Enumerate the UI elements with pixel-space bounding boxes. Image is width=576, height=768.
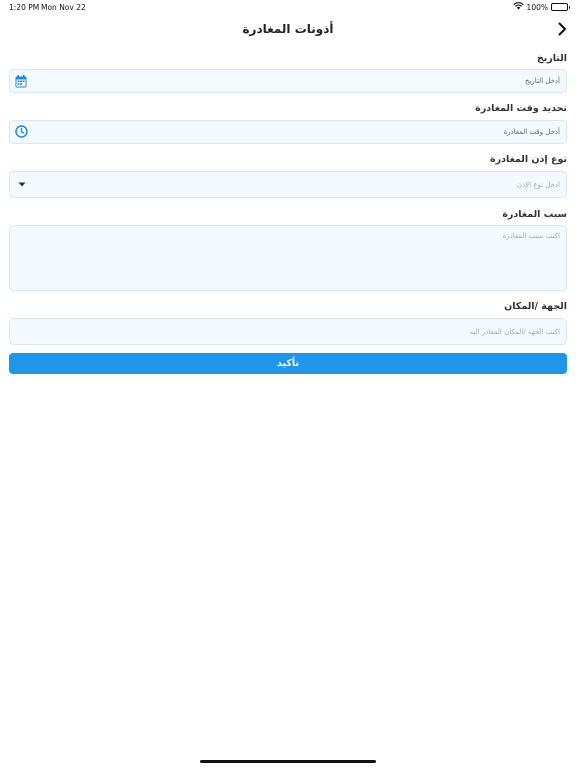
reason-textarea[interactable]: اكتب سبب المغادرة — [9, 225, 567, 291]
date-label: التاريخ — [536, 53, 567, 64]
clock-icon[interactable] — [15, 125, 28, 138]
reason-placeholder: اكتب سبب المغادرة — [502, 232, 560, 240]
chevron-right-icon — [557, 21, 567, 40]
permit-type-placeholder: ادخل نوع الإذن — [516, 181, 560, 189]
date-placeholder: أدخل التاريخ — [524, 77, 560, 85]
wifi-icon — [512, 2, 524, 12]
home-indicator — [200, 760, 376, 763]
destination-label: الجهة /المكان — [504, 301, 567, 312]
dropdown-arrow-icon[interactable] — [18, 182, 26, 187]
back-button[interactable] — [554, 22, 570, 38]
permit-type-label: نوع إذن المغادرة — [490, 154, 567, 165]
status-indicators: 100% — [512, 2, 570, 12]
status-bar: 1:20 PM Mon Nov 22 100% — [0, 0, 576, 14]
reason-label: سبب المغادرة — [502, 209, 567, 220]
destination-placeholder: اكتب الجهة /المكان المغادر اليه — [469, 328, 560, 336]
time-label: تحديد وقت المغادرة — [475, 103, 567, 114]
time-placeholder: أدخل وقت المغادرة — [503, 128, 560, 136]
battery-percent: 100% — [526, 2, 548, 12]
time-field[interactable]: أدخل وقت المغادرة — [9, 120, 567, 144]
page-title: أذونات المغادرة — [242, 22, 334, 36]
confirm-button[interactable]: تأكيد — [9, 353, 567, 374]
permit-type-select[interactable]: ادخل نوع الإذن — [9, 171, 567, 198]
destination-input[interactable]: اكتب الجهة /المكان المغادر اليه — [9, 318, 567, 345]
battery-icon — [551, 3, 570, 11]
nav-bar: أذونات المغادرة — [0, 18, 576, 42]
calendar-icon[interactable] — [15, 75, 27, 88]
date-field[interactable]: أدخل التاريخ — [9, 69, 567, 93]
status-time: 1:20 PM — [9, 3, 40, 12]
status-date: Mon Nov 22 — [41, 3, 86, 12]
